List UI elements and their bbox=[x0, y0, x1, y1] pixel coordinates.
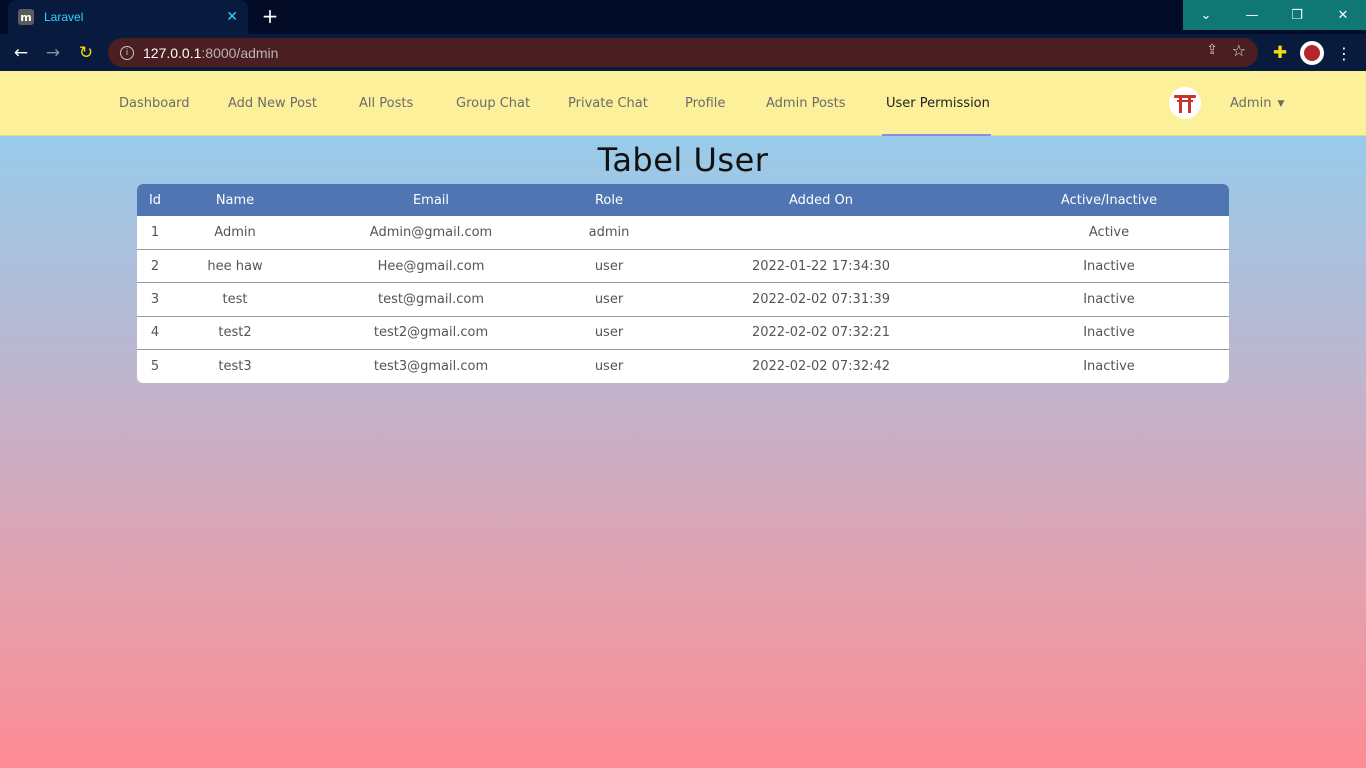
share-icon[interactable]: ⇪ bbox=[1206, 42, 1218, 58]
tab-close-icon[interactable]: ✕ bbox=[226, 9, 238, 25]
cell-added-on bbox=[653, 216, 989, 249]
table-header-row: Id Name Email Role Added On Active/Inact… bbox=[137, 184, 1229, 216]
cell-email: Admin@gmail.com bbox=[369, 224, 493, 240]
bookmark-star-icon[interactable]: ☆ bbox=[1232, 41, 1246, 60]
profile-avatar[interactable] bbox=[1299, 40, 1325, 66]
nav-item-user-permission[interactable]: User Permission bbox=[886, 71, 990, 136]
cell-added-on: 2022-02-02 07:32:21 bbox=[751, 325, 891, 341]
minimize-window-button[interactable]: — bbox=[1229, 0, 1275, 30]
cell-status: Active bbox=[1088, 224, 1130, 240]
browser-toolbar: ← → ↻ i 127.0.0.1:8000/admin ⇪ ☆ ✚ ⋮ bbox=[0, 34, 1366, 71]
cell-status: Inactive bbox=[1083, 258, 1135, 274]
torii-gate-icon bbox=[1174, 93, 1196, 113]
cell-name: hee haw bbox=[207, 258, 263, 274]
cell-name: test3 bbox=[218, 359, 252, 374]
cell-id: 3 bbox=[150, 291, 160, 307]
profile-avatar-icon bbox=[1300, 41, 1324, 65]
address-bar[interactable]: i 127.0.0.1:8000/admin ⇪ ☆ bbox=[108, 38, 1258, 67]
new-tab-button[interactable]: + bbox=[258, 5, 282, 29]
back-arrow-icon[interactable]: ← bbox=[8, 40, 34, 66]
table-row: 3 test test@gmail.com user 2022-02-02 07… bbox=[137, 282, 1229, 316]
cell-email: test3@gmail.com bbox=[373, 359, 489, 374]
active-nav-indicator bbox=[882, 134, 991, 136]
table-row: 5 test3 test3@gmail.com user 2022-02-02 … bbox=[137, 349, 1229, 383]
url-text[interactable]: 127.0.0.1:8000/admin bbox=[143, 45, 278, 61]
nav-item-dashboard[interactable]: Dashboard bbox=[119, 71, 190, 136]
cell-role: user bbox=[594, 291, 624, 307]
reload-icon[interactable]: ↻ bbox=[73, 40, 99, 66]
url-path: :8000/admin bbox=[201, 44, 279, 61]
cell-email: Hee@gmail.com bbox=[377, 258, 485, 274]
cell-role: user bbox=[594, 325, 624, 341]
header-email: Email bbox=[412, 192, 450, 208]
table-row: 1 Admin Admin@gmail.com admin Active bbox=[137, 216, 1229, 249]
nav-item-group-chat[interactable]: Group Chat bbox=[456, 71, 530, 136]
cell-added-on: 2022-01-22 17:34:30 bbox=[751, 258, 891, 274]
cell-id: 2 bbox=[150, 258, 160, 274]
users-table: Id Name Email Role Added On Active/Inact… bbox=[137, 184, 1229, 383]
nav-item-all-posts[interactable]: All Posts bbox=[359, 71, 413, 136]
header-role: Role bbox=[594, 192, 623, 208]
cell-status: Inactive bbox=[1083, 359, 1135, 374]
table-row: 2 hee haw Hee@gmail.com user 2022-01-22 … bbox=[137, 249, 1229, 282]
top-navbar: Dashboard Add New Post All Posts Group C… bbox=[0, 71, 1366, 136]
user-dropdown[interactable]: Admin ▼ bbox=[1230, 71, 1284, 136]
laravel-favicon-icon: m bbox=[18, 9, 34, 25]
tab-search-chevron-icon[interactable]: ⌄ bbox=[1183, 0, 1229, 30]
nav-item-private-chat[interactable]: Private Chat bbox=[568, 71, 648, 136]
browser-tab[interactable]: m Laravel ✕ bbox=[8, 0, 248, 34]
cell-id: 1 bbox=[150, 224, 160, 240]
header-active-inactive: Active/Inactive bbox=[1060, 192, 1158, 208]
cell-name: Admin bbox=[214, 224, 256, 240]
cell-id: 4 bbox=[150, 325, 160, 341]
cell-email: test2@gmail.com bbox=[373, 325, 489, 341]
close-window-button[interactable]: ✕ bbox=[1320, 0, 1366, 30]
page-title: Tabel User bbox=[597, 141, 769, 179]
browser-menu-icon[interactable]: ⋮ bbox=[1331, 40, 1357, 66]
restore-window-button[interactable]: ❐ bbox=[1274, 0, 1320, 30]
nav-item-add-new-post[interactable]: Add New Post bbox=[228, 71, 317, 136]
cell-role: user bbox=[594, 258, 624, 274]
cell-id: 5 bbox=[150, 359, 160, 374]
user-avatar[interactable] bbox=[1169, 87, 1201, 119]
table-row: 4 test2 test2@gmail.com user 2022-02-02 … bbox=[137, 316, 1229, 349]
user-dropdown-label: Admin bbox=[1230, 96, 1272, 111]
header-name: Name bbox=[215, 192, 255, 208]
forward-arrow-icon[interactable]: → bbox=[40, 40, 66, 66]
cell-email: test@gmail.com bbox=[378, 291, 484, 307]
cell-name: test2 bbox=[218, 325, 252, 341]
nav-item-admin-posts[interactable]: Admin Posts bbox=[766, 71, 846, 136]
header-id: Id bbox=[148, 192, 162, 208]
header-added-on: Added On bbox=[788, 192, 854, 208]
cell-role: admin bbox=[588, 224, 630, 240]
cell-added-on: 2022-02-02 07:32:42 bbox=[751, 359, 891, 374]
url-host: 127.0.0.1 bbox=[143, 44, 202, 61]
site-info-icon[interactable]: i bbox=[120, 45, 134, 60]
cell-status: Inactive bbox=[1083, 325, 1135, 341]
tab-title: Laravel bbox=[44, 10, 84, 24]
cell-added-on: 2022-02-02 07:31:39 bbox=[751, 291, 891, 307]
chevron-down-icon: ▼ bbox=[1277, 98, 1285, 109]
cell-status: Inactive bbox=[1083, 291, 1135, 307]
browser-titlebar: m Laravel ✕ + ⌄ — ❐ ✕ bbox=[0, 0, 1366, 34]
cell-name: test bbox=[222, 291, 248, 307]
cell-role: user bbox=[594, 359, 624, 374]
nav-item-profile[interactable]: Profile bbox=[685, 71, 725, 136]
page-background: Dashboard Add New Post All Posts Group C… bbox=[0, 71, 1366, 768]
extensions-puzzle-icon[interactable]: ✚ bbox=[1267, 40, 1293, 66]
